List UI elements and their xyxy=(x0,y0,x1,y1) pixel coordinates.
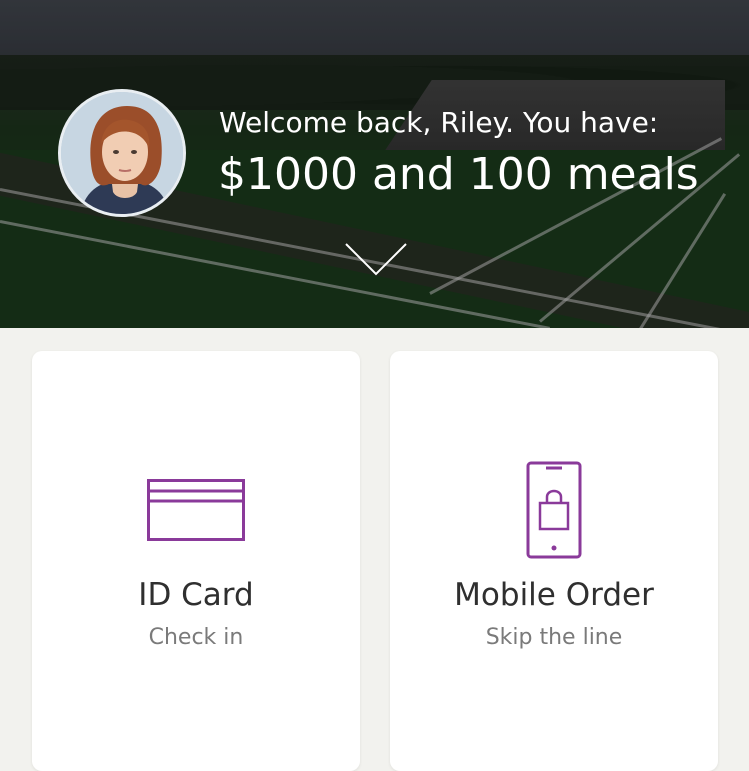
user-avatar-icon xyxy=(61,92,183,214)
id-card-icon xyxy=(147,479,245,541)
avatar[interactable] xyxy=(58,89,186,217)
mobile-order-tile[interactable]: Mobile Order Skip the line xyxy=(390,351,718,771)
id-card-subtitle: Check in xyxy=(148,625,244,650)
chevron-down-icon[interactable] xyxy=(344,242,408,278)
balance-summary: $1000 and 100 meals xyxy=(218,149,699,200)
id-card-title: ID Card xyxy=(138,577,254,613)
mobile-order-subtitle: Skip the line xyxy=(485,625,623,650)
mobile-order-title: Mobile Order xyxy=(454,577,654,613)
id-card-tile[interactable]: ID Card Check in xyxy=(32,351,360,771)
mobile-shopping-bag-icon xyxy=(526,461,582,559)
hero-banner: Welcome back, Riley. You have: $1000 and… xyxy=(0,0,749,328)
welcome-message: Welcome back, Riley. You have: xyxy=(219,106,659,139)
